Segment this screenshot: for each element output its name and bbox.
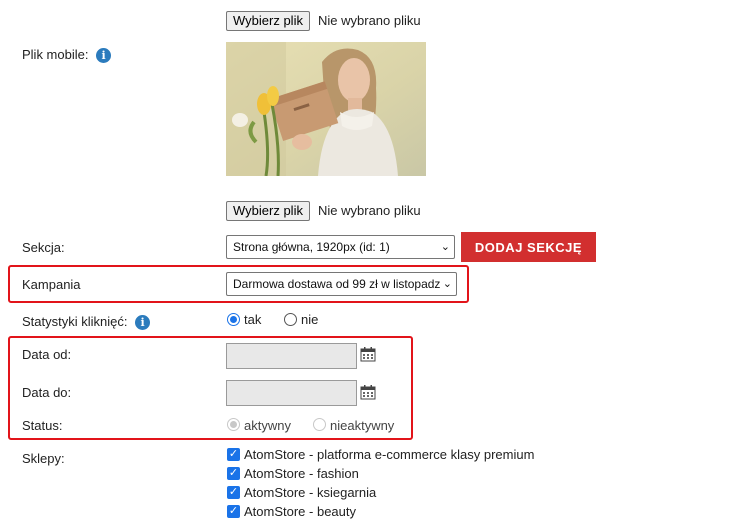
statystyki-label: Statystyki kliknięć: bbox=[22, 314, 128, 329]
plik-mobile-label-row: Plik mobile: i bbox=[22, 47, 112, 64]
sekcja-selected: Strona główna, 1920px (id: 1) bbox=[233, 240, 390, 254]
radio-tak[interactable] bbox=[227, 313, 240, 326]
choose-file-button-top[interactable]: Wybierz plik bbox=[226, 11, 310, 31]
shop-label: AtomStore - fashion bbox=[244, 466, 359, 481]
info-icon[interactable]: i bbox=[96, 48, 112, 64]
data-do-input[interactable] bbox=[226, 380, 357, 406]
woman-with-box-photo bbox=[226, 42, 426, 176]
shop-label: AtomStore - beauty bbox=[244, 504, 356, 519]
radio-aktywny[interactable] bbox=[227, 418, 240, 431]
sekcja-select[interactable]: Strona główna, 1920px (id: 1) ⌄ bbox=[226, 235, 455, 259]
radio-nie[interactable] bbox=[284, 313, 297, 326]
mobile-image-preview bbox=[226, 42, 426, 176]
plik-mobile-label: Plik mobile: bbox=[22, 47, 89, 62]
chevron-down-icon: ⌄ bbox=[440, 241, 450, 253]
data-do-label: Data do: bbox=[22, 385, 72, 400]
choose-file-button-mobile[interactable]: Wybierz plik bbox=[226, 201, 310, 221]
radio-nie-label: nie bbox=[301, 312, 319, 327]
status-label: Status: bbox=[22, 418, 63, 433]
checkbox-shop-premium[interactable]: ✓ bbox=[227, 448, 240, 461]
data-od-label: Data od: bbox=[22, 347, 72, 362]
checkbox-shop-beauty[interactable]: ✓ bbox=[227, 505, 240, 518]
calendar-icon[interactable] bbox=[360, 384, 376, 400]
info-icon[interactable]: i bbox=[135, 315, 151, 331]
shop-label: AtomStore - ksiegarnia bbox=[244, 485, 377, 500]
radio-tak-label: tak bbox=[244, 312, 262, 327]
chevron-down-icon: ⌄ bbox=[439, 273, 452, 295]
kampania-selected: Darmowa dostawa od 99 zł w listopadzie bbox=[233, 277, 450, 291]
checkbox-shop-ksiegarnia[interactable]: ✓ bbox=[227, 486, 240, 499]
data-od-input[interactable] bbox=[226, 343, 357, 369]
sekcja-label: Sekcja: bbox=[22, 240, 65, 255]
calendar-icon[interactable] bbox=[360, 346, 376, 362]
checkbox-shop-fashion[interactable]: ✓ bbox=[227, 467, 240, 480]
shop-label: AtomStore - platforma e-commerce klasy p… bbox=[244, 447, 535, 462]
radio-aktywny-label: aktywny bbox=[244, 418, 291, 433]
kampania-label: Kampania bbox=[22, 277, 81, 292]
radio-nieaktywny-label: nieaktywny bbox=[330, 418, 395, 433]
file-status-top: Nie wybrano pliku bbox=[318, 13, 421, 28]
add-section-button[interactable]: DODAJ SEKCJĘ bbox=[461, 232, 596, 262]
file-status-mobile: Nie wybrano pliku bbox=[318, 203, 421, 218]
radio-nieaktywny[interactable] bbox=[313, 418, 326, 431]
statystyki-label-row: Statystyki kliknięć: i bbox=[22, 314, 151, 331]
sklepy-label: Sklepy: bbox=[22, 451, 65, 466]
kampania-select[interactable]: Darmowa dostawa od 99 zł w listopadzie ⌄ bbox=[226, 272, 457, 296]
